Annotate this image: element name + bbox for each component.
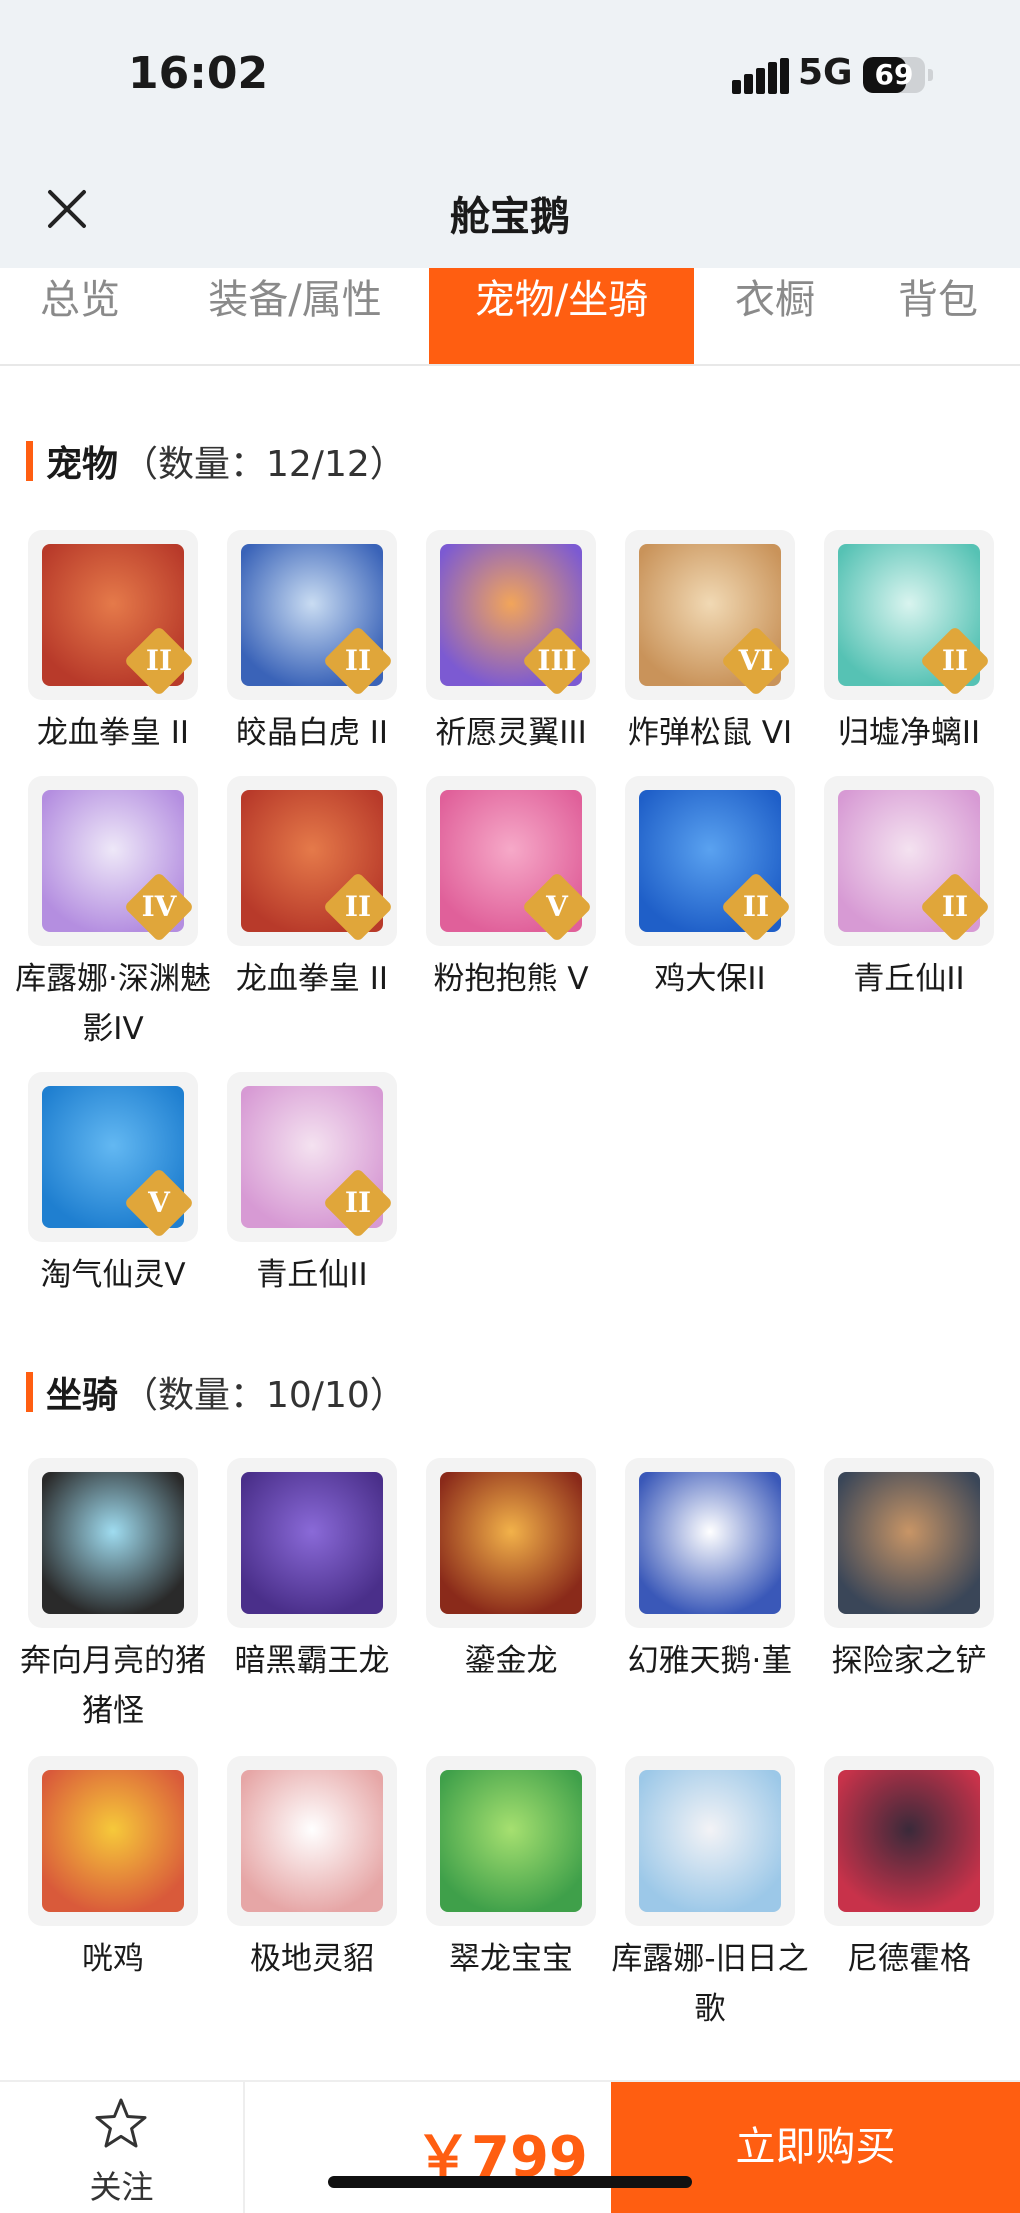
tier-badge-label: II <box>941 644 969 677</box>
gold-dragon-icon <box>440 1472 582 1614</box>
pets-name: 库露娜·深渊魅影IV <box>15 961 211 1047</box>
mounts-thumbnail <box>28 1458 198 1628</box>
buy-now-button[interactable]: 立即购买 <box>611 2082 1020 2213</box>
tab-pets-mounts[interactable]: 宠物/坐骑 <box>429 268 694 364</box>
status-bar: 16:02 5G 69 <box>0 0 1020 150</box>
pets-name: 祈愿灵翼III <box>435 715 587 751</box>
follow-label: 关注 <box>89 2168 154 2206</box>
pets-thumbnail: IV <box>28 776 198 946</box>
bottom-bar: 关注 ￥799 立即购买 <box>0 2080 1020 2213</box>
pets-thumbnail: II <box>227 776 397 946</box>
mounts-section-title: 坐骑 <box>46 1375 119 1416</box>
section-accent-bar <box>26 441 33 481</box>
pets-thumbnail: II <box>227 530 397 700</box>
pets-thumbnail: II <box>227 1072 397 1242</box>
mounts-name: 库露娜-旧日之歌 <box>611 1941 809 2027</box>
mounts-name: 奔向月亮的猪猪怪 <box>20 1643 206 1729</box>
signal-icon <box>732 58 789 94</box>
mounts-thumbnail <box>824 1458 994 1628</box>
pets-thumbnail: II <box>28 530 198 700</box>
mounts-count: （数量：10/10） <box>122 1375 406 1416</box>
swan-icon <box>639 1472 781 1614</box>
mounts-name: 暗黑霸王龙 <box>234 1643 390 1679</box>
mounts-name: 翠龙宝宝 <box>449 1941 573 1977</box>
nidhogg-icon <box>838 1770 980 1912</box>
star-icon <box>95 2098 147 2148</box>
mounts-name: 探险家之铲 <box>831 1643 987 1679</box>
tier-badge-label: III <box>537 644 577 677</box>
luna-song-icon <box>639 1770 781 1912</box>
home-indicator <box>328 2176 692 2188</box>
pets-count: （数量：12/12） <box>122 444 406 485</box>
pets-thumbnail: II <box>824 776 994 946</box>
pets-thumbnail: II <box>824 530 994 700</box>
tier-badge-label: V <box>148 1186 170 1219</box>
tier-badge-label: II <box>145 644 173 677</box>
mounts-thumbnail <box>227 1756 397 1926</box>
pets-name: 鸡大保II <box>654 961 766 997</box>
shovel-icon <box>838 1472 980 1614</box>
follow-button[interactable]: 关注 <box>0 2082 245 2213</box>
tier-badge-label: II <box>344 1186 372 1219</box>
tier-badge-label: VI <box>738 644 774 677</box>
nav-bar: 舱宝鹅 <box>0 150 1020 268</box>
pets-thumbnail: III <box>426 530 596 700</box>
pets-thumbnail: VI <box>625 530 795 700</box>
pets-name: 淘气仙灵V <box>40 1257 186 1293</box>
pets-thumbnail: V <box>426 776 596 946</box>
pets-name: 归墟净螭II <box>837 715 981 751</box>
mounts-name: 极地灵貂 <box>250 1941 374 1977</box>
pets-name: 皎晶白虎 II <box>235 715 389 751</box>
mounts-name: 幻雅天鹅·堇 <box>627 1643 793 1679</box>
tier-badge-label: IV <box>141 890 177 923</box>
pets-name: 龙血拳皇 II <box>235 961 389 997</box>
dark-trex-icon <box>241 1472 383 1614</box>
battery-icon: 69 <box>863 57 925 93</box>
pets-name: 粉抱抱熊 V <box>433 961 589 997</box>
mounts-name: 鎏金龙 <box>464 1643 558 1679</box>
tab-bar: 总览 装备/属性 宠物/坐骑 衣橱 背包 <box>0 268 1020 366</box>
arctic-marten-icon <box>241 1770 383 1912</box>
pets-thumbnail: II <box>625 776 795 946</box>
network-type: 5G <box>798 52 853 93</box>
mounts-thumbnail <box>824 1756 994 1926</box>
green-dragon-icon <box>440 1770 582 1912</box>
status-time: 16:02 <box>128 48 269 99</box>
mounts-thumbnail <box>28 1756 198 1926</box>
page-title: 舱宝鹅 <box>450 194 570 240</box>
tier-badge-label: II <box>344 890 372 923</box>
black-pig-icon <box>42 1472 184 1614</box>
tier-badge-label: II <box>742 890 770 923</box>
pets-section-title: 宠物 <box>46 444 119 485</box>
mounts-thumbnail <box>227 1458 397 1628</box>
mounts-thumbnail <box>426 1458 596 1628</box>
tab-equipment[interactable]: 装备/属性 <box>190 268 400 364</box>
mounts-thumbnail <box>426 1756 596 1926</box>
mounts-name: 尼德霍格 <box>847 1941 971 1977</box>
battery-level: 69 <box>874 58 914 91</box>
pets-thumbnail: V <box>28 1072 198 1242</box>
chick-icon <box>42 1770 184 1912</box>
tab-backpack[interactable]: 背包 <box>883 268 993 364</box>
mounts-section-header: 坐骑 （数量：10/10） <box>26 1366 626 1416</box>
tab-wardrobe[interactable]: 衣橱 <box>720 268 830 364</box>
pets-name: 青丘仙II <box>853 961 965 997</box>
mounts-thumbnail <box>625 1756 795 1926</box>
pets-name: 炸弹松鼠 VI <box>627 715 793 751</box>
mounts-name: 咣鸡 <box>82 1941 144 1977</box>
pets-name: 龙血拳皇 II <box>36 715 190 751</box>
mounts-thumbnail <box>625 1458 795 1628</box>
tier-badge-label: V <box>546 890 568 923</box>
tab-overview[interactable]: 总览 <box>20 268 140 364</box>
pets-name: 青丘仙II <box>256 1257 368 1293</box>
tier-badge-label: II <box>344 644 372 677</box>
battery-tip <box>928 69 933 81</box>
section-accent-bar <box>26 1372 33 1412</box>
tier-badge-label: II <box>941 890 969 923</box>
pets-section-header: 宠物 （数量：12/12） <box>26 435 626 485</box>
